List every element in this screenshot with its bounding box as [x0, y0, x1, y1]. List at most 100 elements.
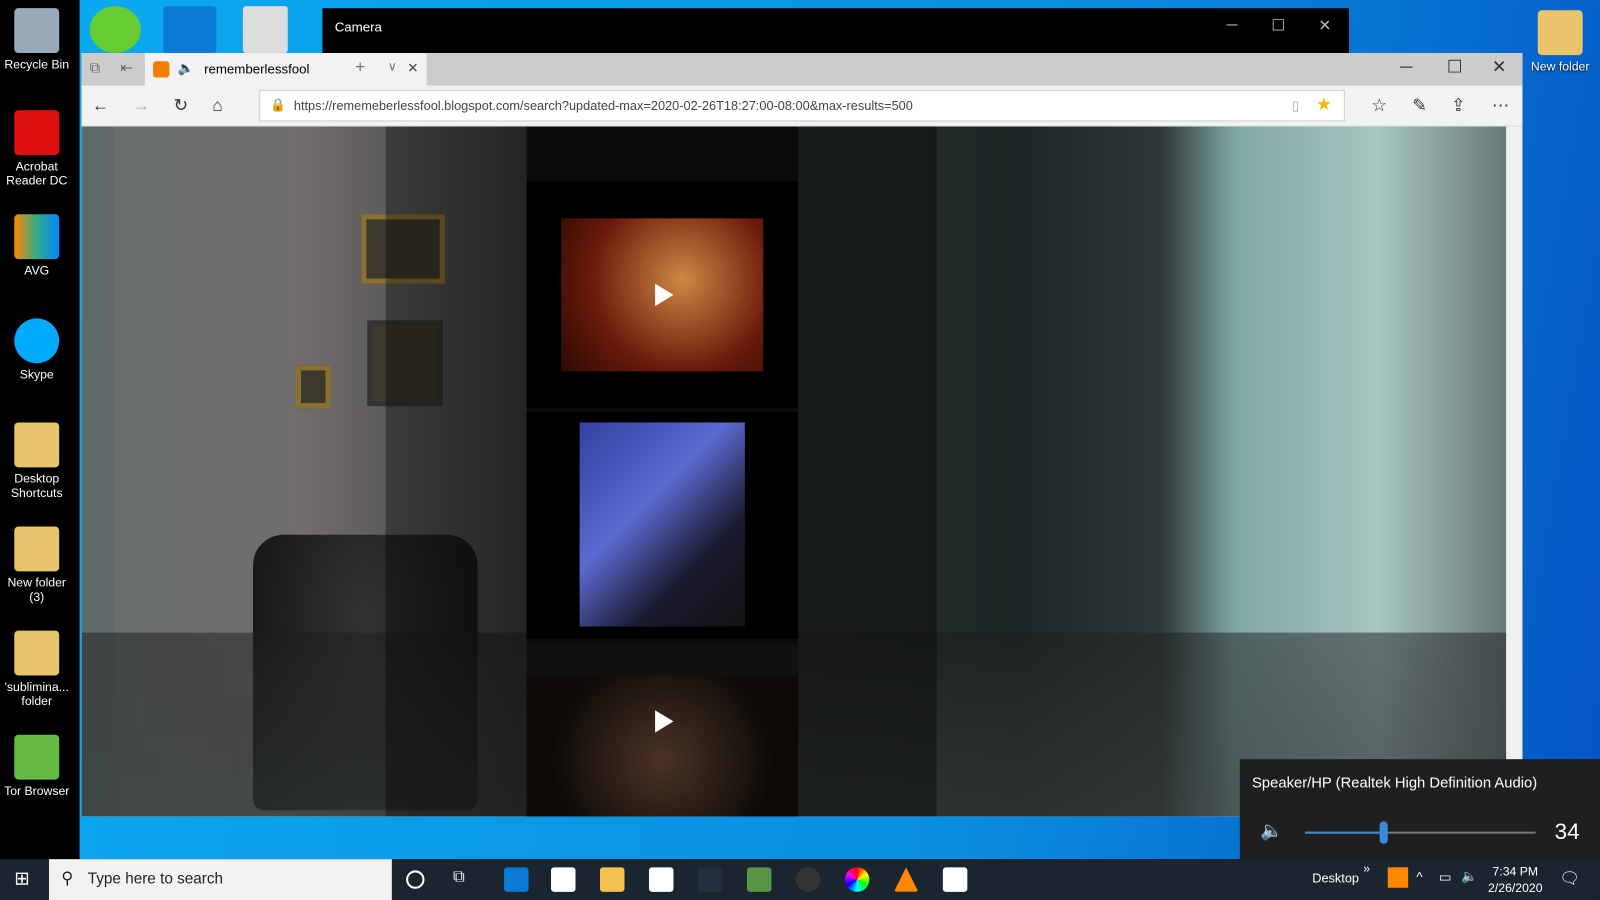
desktop-icon-acrobat[interactable]: Acrobat Reader DC [0, 110, 73, 188]
more-icon[interactable]: ⋯ [1492, 96, 1509, 116]
vlc-icon[interactable] [893, 867, 919, 892]
skype-icon [14, 318, 60, 364]
address-bar-row: ← → ↻ ⌂ 🔒 https://rememeberlessfool.blog… [81, 85, 1523, 127]
maximize-button[interactable]: ☐ [1271, 16, 1285, 34]
icon-label: AVG [24, 263, 50, 278]
app-icon[interactable] [795, 867, 821, 892]
volume-level: 34 [1554, 818, 1580, 844]
notification-app-icon[interactable] [1387, 867, 1409, 888]
tripadvisor-icon[interactable] [746, 867, 772, 892]
desktop-icon-shortcuts[interactable]: Desktop Shortcuts [0, 422, 73, 500]
close-button[interactable]: ✕ [1492, 57, 1507, 77]
speaker-icon[interactable]: 🔈 [1260, 820, 1283, 841]
forward-icon[interactable]: → [133, 96, 150, 116]
edge-window-icon[interactable] [163, 6, 217, 54]
volume-slider[interactable] [1305, 821, 1536, 844]
desktop-icon-avg[interactable]: AVG [0, 214, 73, 278]
desktop-icon-subliminal-folder[interactable]: 'sublimina... folder [0, 630, 73, 709]
close-tab-icon[interactable]: ✕ [407, 60, 418, 76]
icon-label: 'sublimina... folder [4, 679, 69, 709]
app-window-icon[interactable] [242, 6, 288, 54]
url-text: https://rememeberlessfool.blogspot.com/s… [293, 98, 913, 114]
taskbar-search-input[interactable]: ⚲ Type here to search [48, 859, 392, 900]
notes-icon[interactable]: ✎ [1412, 96, 1427, 116]
url-input[interactable]: 🔒 https://rememeberlessfool.blogspot.com… [259, 89, 1345, 122]
windows-start-icon[interactable]: ⊞ [14, 868, 29, 889]
play-icon[interactable] [655, 283, 674, 307]
folder-icon [14, 526, 60, 572]
icon-label: Tor Browser [4, 783, 70, 798]
acrobat-icon [14, 110, 60, 156]
vertical-scrollbar[interactable] [1506, 126, 1523, 817]
volume-icon[interactable]: 🔈 [1461, 868, 1478, 884]
folder-icon [14, 422, 60, 468]
toolbar-expand-icon[interactable]: » [1363, 861, 1370, 875]
icon-label: Acrobat Reader DC [6, 159, 68, 188]
home-icon[interactable]: ⌂ [212, 96, 222, 116]
clock[interactable]: 7:34 PM 2/26/2020 [1486, 863, 1545, 896]
set-aside-icon[interactable]: ⇤ [120, 59, 132, 76]
video-post[interactable] [526, 644, 798, 817]
maximize-button[interactable]: ☐ [1447, 57, 1463, 77]
desktop-icon-recycle-bin[interactable]: Recycle Bin [0, 8, 73, 71]
tor-icon [14, 734, 60, 780]
file-explorer-icon[interactable] [599, 867, 625, 892]
favorite-star-icon[interactable]: ★ [1316, 95, 1332, 115]
amazon-icon[interactable] [697, 867, 723, 892]
edge-browser-window: ⧉ ⇤ 🔈 rememberlessfool ✕ + ∨ ─ ☐ ✕ ← → ↻… [81, 53, 1523, 817]
color-app-icon[interactable] [844, 867, 870, 892]
mail-icon[interactable] [648, 867, 674, 892]
show-hidden-icons-icon[interactable]: ^ [1416, 869, 1422, 884]
folder-icon [1537, 10, 1583, 56]
desktop-icon-new-folder-3[interactable]: New folder (3) [0, 526, 73, 605]
tab-preview-chevron-icon[interactable]: ∨ [388, 59, 397, 73]
lock-icon: 🔒 [270, 97, 287, 113]
tab-bar: ⧉ ⇤ 🔈 rememberlessfool ✕ + ∨ ─ ☐ ✕ [81, 53, 1523, 86]
post-image[interactable] [579, 422, 745, 627]
task-view-icon[interactable]: ⧉ [453, 868, 477, 892]
search-icon: ⚲ [61, 870, 74, 888]
back-icon[interactable]: ← [92, 96, 109, 116]
post-column [526, 126, 798, 817]
blogger-favicon-icon [153, 61, 170, 78]
minimize-button[interactable]: ─ [1400, 57, 1412, 77]
cortana-icon[interactable] [406, 870, 425, 889]
folder-icon [14, 630, 60, 676]
clock-time: 7:34 PM [1492, 864, 1539, 879]
network-icon[interactable]: ▭ [1439, 869, 1452, 885]
volume-thumb[interactable] [1379, 821, 1388, 844]
store-icon[interactable] [551, 867, 576, 892]
desktop-icon-new-folder[interactable]: New folder [1520, 10, 1600, 73]
taskbar: ⊞ ⚲ Type here to search ⧉ Desktop » ^ ▭ … [0, 859, 1600, 900]
desktop-icon-tor-browser[interactable]: Tor Browser [0, 734, 73, 798]
edge-taskbar-icon[interactable] [504, 867, 529, 892]
icon-label: New folder (3) [7, 575, 66, 605]
share-icon[interactable]: ⇪ [1451, 96, 1466, 116]
desktop-icon-skype[interactable]: Skype [0, 318, 73, 382]
volume-flyout: Speaker/HP (Realtek High Definition Audi… [1239, 759, 1600, 860]
video-thumbnail[interactable] [526, 675, 798, 817]
video-post[interactable] [526, 181, 798, 409]
wall-picture-frame [295, 365, 331, 409]
recycle-bin-icon [14, 8, 60, 54]
close-button[interactable]: ✕ [1318, 16, 1331, 34]
reading-view-icon[interactable]: ▯ [1292, 98, 1299, 113]
tab-title: rememberlessfool [204, 61, 310, 77]
desktop-toolbar-label[interactable]: Desktop [1312, 871, 1359, 885]
new-tab-button[interactable]: + [355, 57, 365, 77]
utorrent-icon[interactable] [89, 6, 141, 54]
action-center-icon[interactable]: 🗨 [1559, 868, 1580, 888]
tab-rememberlessfool[interactable]: 🔈 rememberlessfool ✕ [144, 53, 427, 86]
tabs-aside-icon[interactable]: ⧉ [90, 59, 100, 76]
image-post[interactable] [526, 412, 798, 639]
favorites-icon[interactable]: ☆ [1371, 96, 1387, 116]
blog-page [81, 126, 1523, 817]
minimize-button[interactable]: ─ [1227, 16, 1238, 33]
speaker-icon[interactable]: 🔈 [178, 60, 195, 76]
play-icon[interactable] [655, 710, 674, 733]
icon-label: Skype [19, 367, 54, 382]
camera-taskbar-icon[interactable] [942, 867, 968, 892]
refresh-icon[interactable]: ↻ [173, 96, 188, 116]
audio-device-label: Speaker/HP (Realtek High Definition Audi… [1252, 775, 1538, 792]
camera-window-titlebar[interactable]: Camera ─ ☐ ✕ [322, 8, 1349, 54]
